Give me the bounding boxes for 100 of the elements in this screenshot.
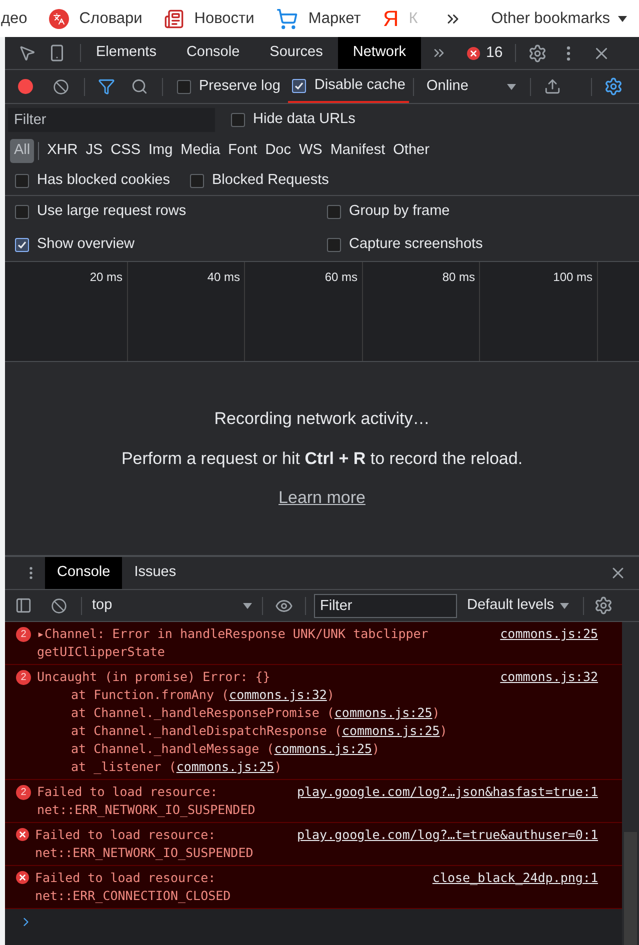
console-filter-field[interactable]: Filter [314,594,457,618]
type-filter[interactable]: Font [224,139,262,163]
checkbox[interactable] [327,205,341,220]
context-dropdown[interactable]: top [92,594,252,616]
search-icon[interactable] [131,78,148,95]
checkbox[interactable] [15,174,29,188]
caret-icon [507,84,516,90]
inspect-icon[interactable] [18,44,36,62]
stack-frame-text: ) [372,740,380,758]
settings-icon[interactable] [604,77,624,96]
checkbox[interactable] [15,205,29,220]
setting-checkbox[interactable]: Show overview [15,234,327,256]
source-link[interactable]: commons.js:32 [229,686,327,704]
source-link[interactable]: close_black_24dp.png:1 [432,869,598,887]
type-filter[interactable]: Doc [261,139,295,163]
message-text: Failed to load resource: [35,826,216,844]
source-link[interactable]: commons.js:32 [500,668,598,686]
message-text: ▸Channel: Error in handleResponse UNK/UNK tabclipper [37,625,428,643]
checkbox[interactable] [292,78,306,92]
timeline-tick: 20 ms [90,269,122,284]
type-filter[interactable]: JS [82,139,107,163]
message-text: Failed to load resource: [37,783,218,801]
repeat-count-badge: 2 [16,627,31,642]
cart-icon [276,8,298,30]
bookmark-link[interactable]: део [1,6,28,30]
source-link[interactable]: commons.js:25 [274,740,372,758]
sidebar-toggle-icon[interactable] [15,597,32,614]
setting-checkbox[interactable]: Group by frame [327,201,639,224]
hide-data-urls-checkbox[interactable]: Hide data URLs [231,109,356,131]
type-filter[interactable]: Media [176,139,224,163]
error-icon [16,871,29,884]
panel-tab[interactable]: Network [338,37,422,69]
checkbox[interactable] [327,238,341,252]
news-icon [164,8,184,28]
setting-checkbox[interactable]: Capture screenshots [327,234,639,256]
timeline-tick: 80 ms [442,269,475,284]
import-icon[interactable] [544,78,562,95]
type-filter[interactable]: XHR [43,139,82,163]
stack-frame-text: at _listener ( [71,758,176,776]
device-icon[interactable] [48,44,66,62]
type-filter[interactable]: Other [389,139,434,163]
panel-tab[interactable]: Sources [254,37,338,69]
stack-frame-text: ) [326,686,334,704]
caret-icon [243,602,252,608]
source-link[interactable]: play.google.com/log?…json&hasfast=true:1 [296,783,598,801]
type-filter[interactable]: CSS [106,139,144,163]
drawer-tab[interactable]: Issues [122,557,188,589]
settings-icon[interactable] [528,44,547,62]
stack-frame-text: ) [432,704,440,722]
source-link[interactable]: commons.js:25 [342,722,440,740]
checkbox[interactable] [190,174,204,188]
bookmark-link[interactable]: Маркет [308,6,361,30]
type-filter[interactable]: Img [144,139,177,163]
panel-tab[interactable]: Console [171,37,255,69]
timeline-tick: 100 ms [553,269,592,284]
stack-frame-text: at Channel._handleDispatchResponse ( [71,722,342,740]
log-levels-dropdown[interactable]: Default levels [467,594,570,616]
blocked-filter-checkbox[interactable]: Blocked Requests [190,170,329,192]
stack-frame-text: at Function.fromAny ( [71,686,230,704]
message-text: Failed to load resource: [35,869,216,887]
stack-frame-text: at Channel._handleMessage ( [71,740,274,758]
other-bookmarks-menu[interactable]: Other bookmarks [491,6,639,30]
panel-tab[interactable]: Elements [81,37,172,69]
setting-checkbox[interactable]: Use large request rows [15,201,327,224]
error-icon [16,828,29,841]
timeline-tick: 40 ms [207,269,240,284]
clear-icon[interactable] [53,78,69,94]
source-link[interactable]: commons.js:25 [334,704,432,722]
repeat-count-badge: 2 [16,785,31,800]
checkbox[interactable] [177,80,191,94]
settings-icon[interactable] [594,596,614,615]
type-filter[interactable]: Manifest [326,139,390,163]
throttling-dropdown[interactable]: Online [426,76,516,98]
timeline-tick: 60 ms [324,269,358,284]
filter-icon[interactable] [98,78,115,95]
message-text: net::ERR_NETWORK_IO_SUSPENDED [37,801,256,819]
bookmark-link[interactable]: Словари [79,6,142,30]
check-icon [294,80,304,90]
source-link[interactable]: commons.js:25 [500,625,598,643]
error-icon [467,46,480,60]
source-link[interactable]: commons.js:25 [176,758,274,776]
record-button[interactable] [18,79,33,94]
message-text: getUIClipperState [37,643,166,661]
clear-icon[interactable] [51,598,67,614]
stack-frame-text: ) [440,722,448,740]
blocked-filter-checkbox[interactable]: Has blocked cookies [15,170,170,192]
type-filter[interactable]: WS [294,139,326,163]
bookmark-link[interactable]: Новости [194,6,254,30]
learn-more-link[interactable]: Learn more [278,485,366,511]
checkbox[interactable] [231,113,245,127]
caret-icon [618,16,627,22]
message-text: Uncaught (in promise) Error: {} [37,668,270,686]
checkbox[interactable] [15,238,29,252]
source-link[interactable]: play.google.com/log?…t=true&authuser=0:1 [296,826,598,844]
filter-field[interactable]: Filter [8,108,215,132]
message-text: net::ERR_CONNECTION_CLOSED [35,887,232,905]
preserve-log-checkbox[interactable]: Preserve log [177,76,280,98]
disable-cache-checkbox[interactable]: Disable cache [292,74,406,96]
error-count[interactable]: 16 [467,42,503,64]
drawer-tab[interactable]: Console [45,557,122,589]
